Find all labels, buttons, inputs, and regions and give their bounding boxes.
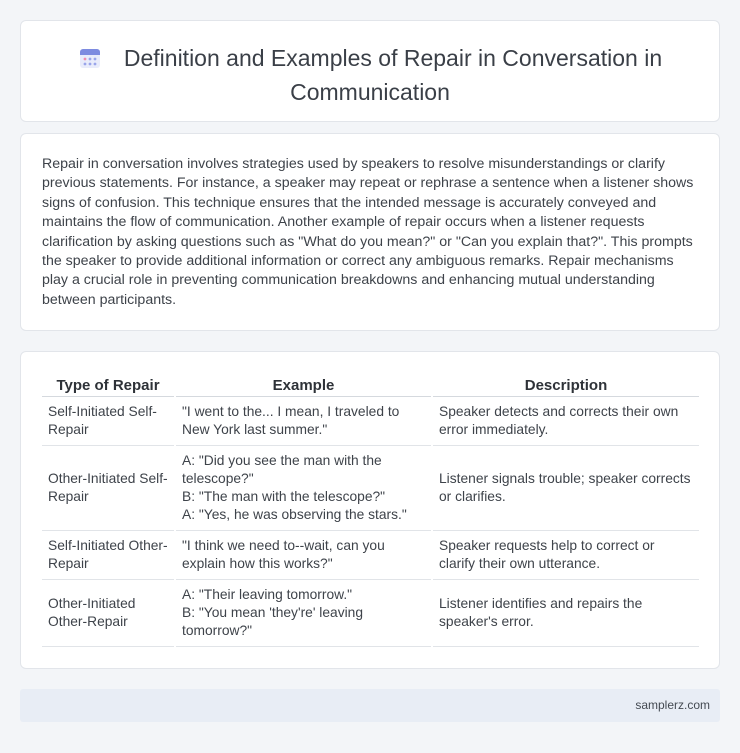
- footer-bar: samplerz.com: [20, 689, 720, 722]
- table-row: Self-Initiated Other-Repair "I think we …: [42, 530, 699, 580]
- description-cell: Speaker detects and corrects their own e…: [432, 396, 699, 446]
- type-cell: Other-Initiated Self-Repair: [42, 445, 176, 531]
- example-line: B: "You mean 'they're' leaving tomorrow?…: [182, 605, 364, 638]
- example-line: A: "Their leaving tomorrow.": [182, 587, 353, 602]
- table-row: Other-Initiated Self-Repair A: "Did you …: [42, 445, 699, 531]
- example-cell: A: "Did you see the man with the telesco…: [175, 445, 433, 531]
- type-cell: Other-Initiated Other-Repair: [42, 579, 176, 647]
- description-cell: Listener signals trouble; speaker correc…: [432, 445, 699, 531]
- table-header-row: Type of Repair Example Description: [42, 373, 699, 397]
- page-title: Definition and Examples of Repair in Con…: [123, 45, 663, 105]
- example-line: "I think we need to--wait, can you expla…: [182, 538, 385, 571]
- example-cell: A: "Their leaving tomorrow." B: "You mea…: [175, 579, 433, 647]
- calendar-icon: [78, 46, 102, 77]
- intro-paragraph: Repair in conversation involves strategi…: [42, 156, 694, 308]
- example-line: A: "Did you see the man with the telesco…: [182, 453, 382, 486]
- title-card: Definition and Examples of Repair in Con…: [20, 20, 720, 122]
- example-line: B: "The man with the telescope?": [182, 489, 386, 504]
- description-cell: Listener identifies and repairs the spea…: [432, 579, 699, 647]
- footer-site-link[interactable]: samplerz.com: [635, 698, 710, 712]
- table-card: Type of Repair Example Description Self-…: [20, 351, 720, 669]
- description-cell: Speaker requests help to correct or clar…: [432, 530, 699, 580]
- header-type: Type of Repair: [42, 373, 176, 397]
- page-title-wrap: Definition and Examples of Repair in Con…: [61, 43, 679, 107]
- type-cell: Self-Initiated Other-Repair: [42, 530, 176, 580]
- repair-types-table: Type of Repair Example Description Self-…: [42, 373, 699, 647]
- table-row: Other-Initiated Other-Repair A: "Their l…: [42, 579, 699, 647]
- example-line: A: "Yes, he was observing the stars.": [182, 507, 407, 522]
- example-cell: "I went to the... I mean, I traveled to …: [175, 396, 433, 446]
- type-cell: Self-Initiated Self-Repair: [42, 396, 176, 446]
- header-example: Example: [175, 373, 433, 397]
- example-cell: "I think we need to--wait, can you expla…: [175, 530, 433, 580]
- header-description: Description: [432, 373, 699, 397]
- intro-card: Repair in conversation involves strategi…: [20, 133, 720, 331]
- table-row: Self-Initiated Self-Repair "I went to th…: [42, 396, 699, 446]
- example-line: "I went to the... I mean, I traveled to …: [182, 404, 400, 437]
